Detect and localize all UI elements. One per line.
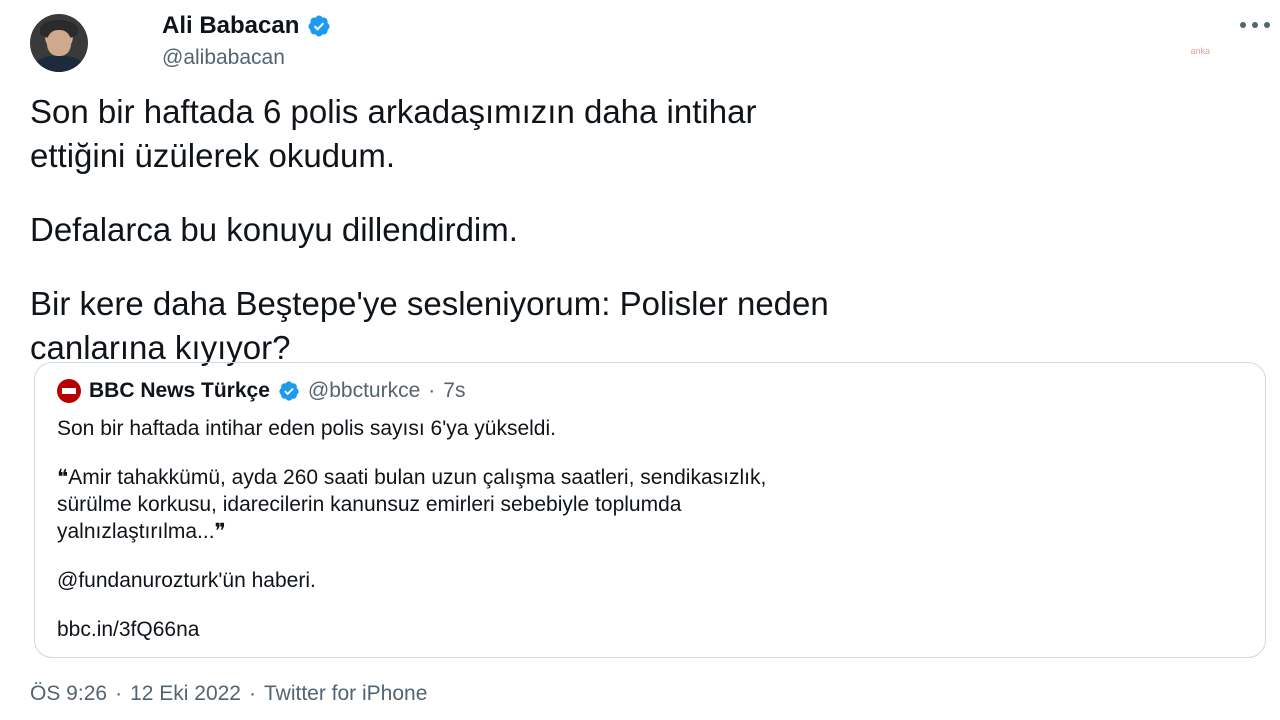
quoted-tweet-card[interactable]: BBC News Türkçe @bbcturkce · 7s Son bir … — [34, 362, 1266, 658]
quoted-author-name: BBC News Türkçe — [89, 379, 270, 402]
more-icon[interactable] — [1240, 22, 1270, 28]
more-dot — [1240, 22, 1246, 28]
quote-line: Son bir haftada intihar eden polis sayıs… — [57, 417, 556, 440]
verified-badge-icon — [308, 15, 330, 37]
tweet-text: Son bir haftada 6 polis arkadaşımızın da… — [30, 90, 1260, 370]
more-dot — [1264, 22, 1270, 28]
avatar-shirt — [36, 56, 82, 72]
tweet-footer: ÖS 9:26 · 12 Eki 2022 · Twitter for iPho… — [30, 682, 427, 706]
quote-mention-line: @fundanurozturk'ün haberi. — [57, 569, 316, 592]
verified-badge-icon — [279, 381, 299, 401]
tweet-line: ettiğini üzülerek okudum. — [30, 137, 396, 174]
quoted-author-handle: @bbcturkce — [307, 379, 421, 402]
avatar-face — [47, 30, 71, 56]
separator-dot: · — [248, 682, 256, 705]
more-dot — [1252, 22, 1258, 28]
quoted-tweet-time[interactable]: 7s — [443, 379, 465, 403]
quote-link[interactable]: bbc.in/3fQ66na — [57, 616, 1237, 643]
quote-line: ❝Amir tahakkümü, ayda 260 saati bulan uz… — [57, 466, 767, 489]
quote-line: sürülme korkusu, idarecilerin kanunsuz e… — [57, 493, 682, 516]
author-name[interactable]: Ali Babacan — [162, 12, 299, 40]
tweet-time[interactable]: ÖS 9:26 — [30, 682, 107, 706]
bbc-logo-icon — [57, 379, 81, 403]
tweet-date[interactable]: 12 Eki 2022 — [130, 682, 241, 706]
quoted-tweet-header: BBC News Türkçe @bbcturkce · 7s — [57, 379, 465, 403]
separator-dot: · — [428, 379, 436, 402]
tweet-header: Ali Babacan @alibabacan anka — [30, 10, 1270, 74]
watermark: anka — [1190, 46, 1210, 56]
quote-line: yalnızlaştırılma...❞ — [57, 520, 226, 543]
tweet-line: Bir kere daha Beştepe'ye sesleniyorum: P… — [30, 285, 829, 322]
tweet-line: Son bir haftada 6 polis arkadaşımızın da… — [30, 93, 757, 130]
separator-dot: · — [115, 682, 123, 705]
tweet-line: Defalarca bu konuyu dillendirdim. — [30, 211, 518, 248]
tweet-source: Twitter for iPhone — [263, 682, 428, 705]
author-handle[interactable]: @alibabacan — [162, 46, 285, 70]
author-name-row[interactable]: Ali Babacan — [162, 12, 331, 40]
quoted-tweet-text: Son bir haftada intihar eden polis sayıs… — [57, 415, 1237, 643]
avatar[interactable] — [30, 14, 88, 72]
